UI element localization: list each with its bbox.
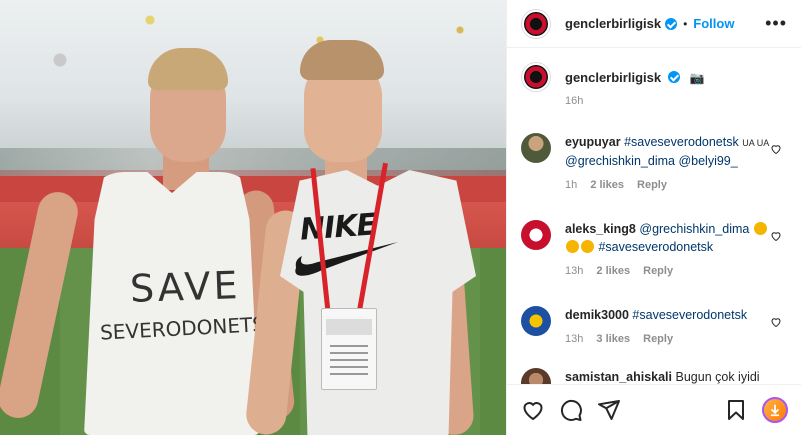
avatar[interactable] [521, 306, 551, 336]
hashtag-link[interactable]: #saveseverodonetsk [598, 240, 713, 254]
comment-item: eyupuyar #saveseverodonetsk UA UA @grech… [521, 133, 788, 194]
comment-item: samistan_ahiskali Bugun çok iyidi [521, 368, 788, 384]
mention-link[interactable]: @belyi99_ [678, 154, 737, 168]
reply-button[interactable]: Reply [643, 333, 673, 345]
share-icon[interactable] [597, 398, 621, 422]
flag-emoji: UA UA [742, 138, 770, 148]
post-photo[interactable]: SAVE SEVERODONETSK NIKE [0, 0, 506, 435]
camera-emoji: 📷 [689, 71, 705, 85]
mention-link[interactable]: @grechishkin_dima [639, 222, 749, 236]
hashtag-link[interactable]: #saveseverodonetsk [624, 135, 739, 149]
comment-icon[interactable] [559, 398, 583, 422]
comments-list[interactable]: genclerbirligisk 📷 16h eyupuyar #savesev… [507, 48, 801, 384]
download-extension-icon[interactable] [762, 397, 788, 423]
avatar[interactable] [521, 220, 551, 250]
reply-button[interactable]: Reply [643, 265, 673, 277]
header-username[interactable]: genclerbirligisk [565, 16, 661, 31]
avatar[interactable] [521, 368, 551, 384]
comment-time[interactable]: 1h [565, 179, 577, 191]
verified-icon [665, 17, 678, 30]
comment-likes[interactable]: 2 likes [590, 179, 624, 191]
comment-time[interactable]: 13h [565, 333, 583, 345]
comment-likes[interactable]: 3 likes [596, 333, 630, 345]
comment-username[interactable]: aleks_king8 [565, 222, 636, 236]
comment-item: aleks_king8 @grechishkin_dima #savesever… [521, 220, 788, 280]
post-header: genclerbirligisk • Follow ••• [507, 0, 801, 48]
post-sidebar: genclerbirligisk • Follow ••• genclerbir… [506, 0, 801, 435]
comment-time[interactable]: 13h [565, 265, 583, 277]
comment-text: Bugun çok iyidi [675, 370, 760, 384]
stadium-crowd [0, 0, 506, 170]
player2-hair [300, 40, 384, 80]
stands [0, 148, 506, 176]
clap-emoji [581, 240, 594, 253]
accreditation-badge [321, 308, 377, 390]
comment-username[interactable]: demik3000 [565, 308, 629, 322]
post-caption: genclerbirligisk 📷 16h [521, 62, 788, 107]
comment-likes[interactable]: 2 likes [596, 265, 630, 277]
bookmark-icon[interactable] [724, 398, 748, 422]
heart-icon[interactable] [770, 230, 782, 242]
heart-icon[interactable] [521, 398, 545, 422]
shirt-text-save: SAVE [129, 263, 242, 311]
caption-username[interactable]: genclerbirligisk [565, 70, 661, 85]
instagram-post: SAVE SEVERODONETSK NIKE genclerbirligisk… [0, 0, 801, 435]
comment-username[interactable]: samistan_ahiskali [565, 370, 672, 384]
heart-icon[interactable] [770, 143, 782, 155]
verified-icon [668, 71, 681, 83]
action-bar [507, 384, 801, 435]
mention-link[interactable]: @grechishkin_dima [565, 154, 675, 168]
avatar[interactable] [521, 62, 551, 92]
comment-item: demik3000 #saveseverodonetsk 13h 3 likes… [521, 306, 788, 348]
more-icon[interactable]: ••• [765, 13, 787, 34]
nike-swoosh-icon [295, 242, 398, 276]
avatar[interactable] [521, 8, 551, 39]
clap-emoji [753, 222, 767, 235]
separator-dot: • [683, 16, 688, 31]
comment-username[interactable]: eyupuyar [565, 135, 621, 149]
avatar[interactable] [521, 133, 551, 163]
clap-emoji [566, 240, 579, 253]
heart-icon[interactable] [770, 316, 782, 328]
caption-time[interactable]: 16h [565, 95, 705, 107]
reply-button[interactable]: Reply [637, 179, 667, 191]
follow-button[interactable]: Follow [693, 16, 734, 31]
hashtag-link[interactable]: #saveseverodonetsk [632, 308, 747, 322]
